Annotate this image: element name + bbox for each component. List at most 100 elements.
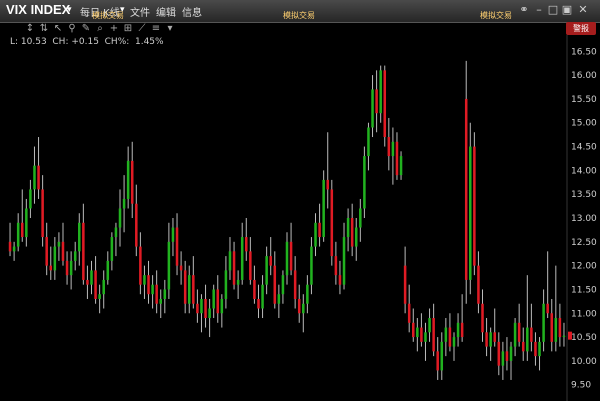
- y-tick-label: 13.50: [571, 190, 597, 200]
- candle-up: [469, 146, 472, 280]
- candle-up: [554, 318, 558, 342]
- tool-select-icon[interactable]: ↕: [24, 23, 36, 35]
- candle-down: [383, 70, 387, 138]
- candle-up: [399, 156, 403, 176]
- link-icon[interactable]: ⚭: [517, 3, 531, 17]
- candle-down: [196, 303, 199, 314]
- candle-down: [204, 298, 207, 319]
- candle-up: [513, 322, 517, 347]
- candle-up: [102, 279, 105, 295]
- candle-down: [460, 322, 464, 338]
- candle-down: [147, 275, 150, 295]
- candle-down: [521, 341, 525, 352]
- sim-label-3: 模拟交易: [480, 11, 512, 20]
- candle-up: [143, 275, 146, 285]
- menu-edit[interactable]: 编辑: [156, 4, 176, 19]
- tool-menu-icon[interactable]: ▾: [164, 23, 176, 35]
- title-bar: VIX INDEX ▾ 每日 K线 ▾ 文件 编辑 信息 模拟交易 模拟交易 模…: [0, 0, 600, 23]
- maximize-icon[interactable]: ▣: [560, 3, 574, 17]
- candle-up: [265, 256, 268, 285]
- y-tick-label: 10.50: [571, 333, 597, 343]
- candle-down: [139, 246, 142, 285]
- candle-down: [334, 256, 338, 276]
- candle-down: [477, 265, 480, 304]
- candle-down: [86, 279, 89, 285]
- candle-up: [310, 246, 313, 285]
- candle-down: [318, 222, 321, 238]
- candle-down: [135, 203, 138, 247]
- menu-file[interactable]: 文件: [130, 4, 150, 19]
- chart-toolbar: ↕ ⇅ ↖ ⚲ ✎ ⌕ + ⊞ ⟋ ≡ ▾: [0, 23, 600, 35]
- tool-text-icon[interactable]: ⌕: [94, 23, 106, 35]
- candle-up: [12, 246, 16, 252]
- candle-down: [41, 189, 44, 238]
- candle-up: [314, 222, 317, 247]
- symbol-dropdown-icon[interactable]: ▾: [67, 5, 72, 15]
- candle-down: [257, 298, 260, 309]
- candle-down: [45, 237, 48, 266]
- symbol-label[interactable]: VIX INDEX: [6, 2, 70, 17]
- tool-extra-icon[interactable]: ≡: [150, 23, 162, 35]
- y-tick-label: 10.00: [571, 357, 597, 367]
- tool-pointer-icon[interactable]: ↖: [52, 23, 64, 35]
- candle-down: [403, 265, 407, 304]
- candle-down: [517, 322, 521, 342]
- candle-up: [277, 294, 281, 304]
- candle-down: [289, 241, 293, 271]
- candle-up: [452, 337, 456, 347]
- candle-up: [33, 165, 36, 190]
- y-tick-label: 14.00: [571, 166, 597, 176]
- candle-down: [192, 275, 195, 304]
- tool-pan-icon[interactable]: ⇅: [38, 23, 50, 35]
- tool-annotate-icon[interactable]: ✎: [80, 23, 92, 35]
- candle-down: [8, 241, 12, 252]
- candle-down: [448, 327, 452, 347]
- candle-down: [550, 313, 554, 342]
- candle-down: [61, 241, 65, 261]
- candle-down: [297, 298, 301, 314]
- candle-down: [481, 303, 484, 333]
- candle-down: [534, 341, 537, 357]
- candle-up: [379, 70, 382, 114]
- candlestick-chart[interactable]: 9.50 10.00 10.50 11.00 11.50 12.00 12.50 13.00 1…: [0, 35, 600, 401]
- y-tick-label: 15.50: [571, 95, 597, 105]
- candle-up: [342, 237, 346, 285]
- candle-up: [489, 332, 492, 347]
- candle-up: [428, 318, 431, 333]
- restore-icon[interactable]: □: [546, 3, 560, 17]
- candle-up: [302, 303, 305, 314]
- candle-up: [57, 241, 61, 247]
- minimize-icon[interactable]: –: [532, 3, 546, 17]
- candle-up: [200, 298, 203, 314]
- close-icon[interactable]: ✕: [576, 3, 590, 17]
- alert-button[interactable]: 警报: [566, 22, 596, 35]
- candle-up: [236, 279, 240, 285]
- candle-down: [420, 327, 423, 342]
- candle-down: [493, 332, 496, 342]
- y-tick-label: 9.50: [571, 381, 591, 391]
- tool-line-icon[interactable]: ⟋: [136, 23, 148, 35]
- tool-crosshair-icon[interactable]: +: [108, 23, 120, 35]
- candle-up: [122, 198, 126, 209]
- candle-up: [126, 160, 130, 199]
- candle-up: [526, 327, 529, 352]
- candle-up: [501, 351, 505, 366]
- candle-up: [163, 289, 167, 299]
- y-tick-label: 11.00: [571, 309, 597, 319]
- candle-down: [338, 275, 342, 285]
- candle-up: [78, 222, 81, 252]
- candle-up: [114, 227, 118, 238]
- candle-down: [253, 279, 256, 299]
- candle-down: [94, 270, 97, 299]
- candle-down: [326, 179, 329, 190]
- candle-down: [432, 318, 435, 352]
- candle-down: [375, 89, 378, 114]
- menu-info[interactable]: 信息: [182, 4, 202, 19]
- candle-up: [110, 237, 114, 261]
- candle-up: [363, 156, 366, 209]
- candle-down: [216, 289, 220, 314]
- candle-up: [261, 284, 264, 309]
- tool-zoom-icon[interactable]: ⚲: [66, 23, 78, 35]
- tool-grid-icon[interactable]: ⊞: [122, 23, 134, 35]
- candle-up: [456, 322, 460, 338]
